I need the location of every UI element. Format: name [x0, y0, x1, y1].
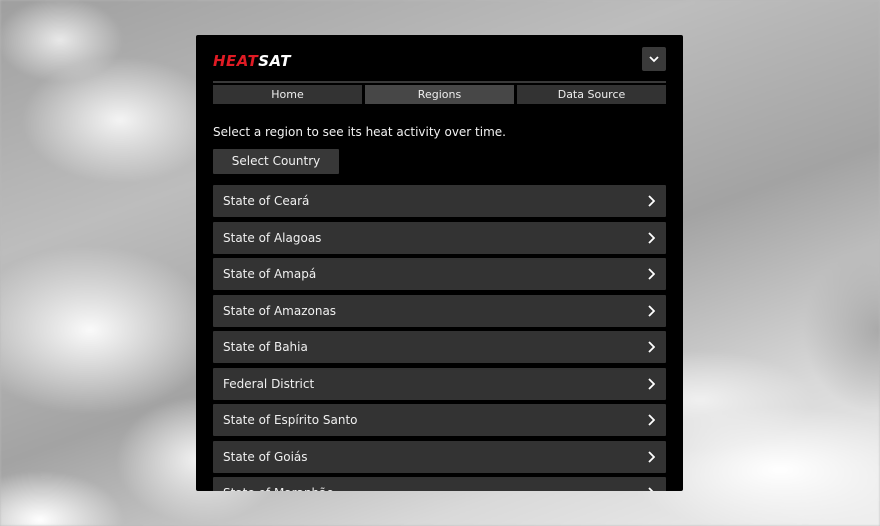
chevron-right-icon [648, 268, 655, 280]
logo-heat-text: HEAT [213, 52, 259, 70]
region-label: Federal District [223, 376, 315, 391]
region-label: State of Alagoas [223, 230, 322, 245]
chevron-right-icon [648, 195, 655, 207]
chevron-right-icon [648, 231, 655, 244]
chevron-right-icon [648, 341, 655, 353]
region-item-maranhao[interactable]: State of Maranhão [213, 477, 666, 491]
tab-home[interactable]: Home [213, 85, 362, 104]
tab-data-source[interactable]: Data Source [517, 85, 666, 104]
region-label: State of Amazonas [223, 303, 337, 318]
region-item-ceara[interactable]: State of Ceará [213, 185, 666, 217]
menu-toggle-button[interactable] [642, 47, 666, 71]
region-item-alagoas[interactable]: State of Alagoas [213, 221, 666, 254]
region-item-bahia[interactable]: State of Bahia [213, 331, 666, 363]
intro-text: Select a region to see its heat activity… [213, 125, 506, 139]
region-label: State of Espírito Santo [223, 413, 358, 427]
region-label: State of Maranhão [223, 477, 334, 491]
region-item-amapa[interactable]: State of Amapá [213, 258, 666, 290]
regions-panel: HEATSAT Home Regions Data Source Select … [196, 35, 683, 491]
nav-tabs: Home Regions Data Source [213, 85, 666, 104]
chevron-down-icon [649, 55, 659, 62]
panel-header: HEATSAT [213, 47, 666, 81]
chevron-right-icon [648, 487, 654, 491]
chevron-right-icon [648, 304, 655, 317]
chevron-right-icon [648, 450, 655, 463]
logo-sat-text: SAT [258, 52, 291, 70]
region-label: State of Amapá [223, 267, 317, 281]
region-item-amazonas[interactable]: State of Amazonas [213, 294, 666, 327]
region-label: State of Goiás [223, 449, 308, 464]
region-list: State of Ceará State of Alagoas State of… [213, 185, 666, 491]
heatsat-logo: HEATSAT [213, 52, 291, 70]
region-item-goias[interactable]: State of Goiás [213, 440, 666, 473]
chevron-right-icon [648, 414, 655, 426]
tab-regions[interactable]: Regions [365, 85, 514, 104]
region-item-federal-district[interactable]: Federal District [213, 367, 666, 400]
header-divider [213, 81, 666, 83]
chevron-right-icon [648, 377, 655, 390]
region-label: State of Bahia [223, 340, 308, 354]
select-country-button[interactable]: Select Country [213, 149, 339, 174]
region-item-espirito-santo[interactable]: State of Espírito Santo [213, 404, 666, 436]
region-label: State of Ceará [223, 194, 310, 208]
